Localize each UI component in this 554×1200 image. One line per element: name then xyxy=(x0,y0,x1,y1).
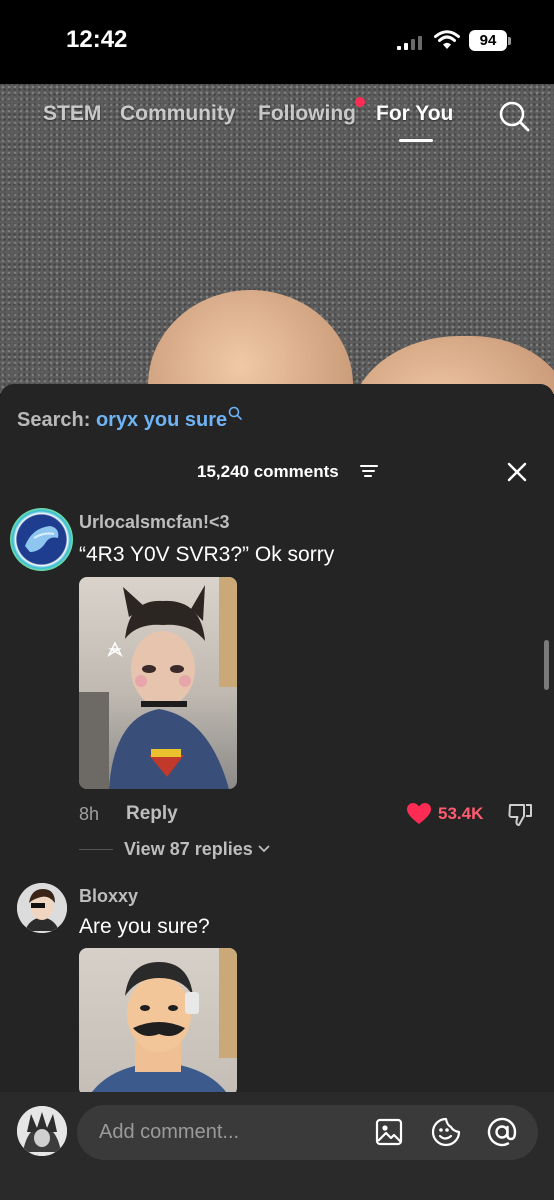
avatar xyxy=(17,1106,67,1156)
comment-image[interactable] xyxy=(79,948,237,1096)
top-nav: STEM Community Following For You xyxy=(0,96,554,146)
view-replies-button[interactable]: View 87 replies xyxy=(124,839,270,860)
comment-composer xyxy=(0,1092,554,1200)
avatar-image xyxy=(17,883,67,933)
tab-stem[interactable]: STEM xyxy=(43,102,101,126)
comment-image-content xyxy=(89,948,237,1096)
comment-username[interactable]: Bloxxy xyxy=(79,886,138,907)
avatar[interactable] xyxy=(17,883,67,933)
replies-divider xyxy=(79,849,113,850)
search-prefix: Search: xyxy=(17,409,91,431)
comment-image[interactable] xyxy=(79,577,237,789)
comments-count: 15,240 comments xyxy=(197,462,339,481)
battery-icon: 94 xyxy=(469,30,507,51)
wifi-icon xyxy=(434,30,460,49)
comment-username[interactable]: Urlocalsmcfan!<3 xyxy=(79,512,230,533)
battery-tip xyxy=(508,37,511,45)
status-bar: 12:42 94 xyxy=(0,0,554,84)
active-tab-indicator xyxy=(399,139,433,142)
clock: 12:42 xyxy=(66,26,128,53)
search-suggestion[interactable]: Search: oryx you sure xyxy=(17,406,242,432)
comment-input-container[interactable] xyxy=(77,1105,538,1160)
following-notification-dot xyxy=(355,97,365,107)
tab-community[interactable]: Community xyxy=(120,102,236,126)
sort-filter-icon[interactable] xyxy=(360,463,378,479)
search-query-icon xyxy=(228,406,242,420)
scrollbar[interactable] xyxy=(544,640,549,690)
comment-image-content xyxy=(79,577,237,789)
comment-input[interactable] xyxy=(99,1105,359,1160)
comment-timestamp: 8h xyxy=(79,804,100,824)
tab-following[interactable]: Following xyxy=(258,102,356,126)
image-icon[interactable] xyxy=(375,1118,403,1146)
emoji-icon[interactable] xyxy=(431,1117,461,1147)
view-replies-label: View 87 replies xyxy=(124,839,253,859)
signal-icon xyxy=(397,36,422,50)
avatar[interactable] xyxy=(10,508,73,571)
mention-icon[interactable] xyxy=(487,1117,517,1147)
search-icon[interactable] xyxy=(498,100,530,132)
avatar-image xyxy=(17,1106,67,1156)
video-subject xyxy=(148,290,353,394)
avatar-image xyxy=(25,526,59,552)
like-count: 53.4K xyxy=(438,804,484,823)
search-query-link[interactable]: oryx you sure xyxy=(96,409,227,431)
chevron-down-icon xyxy=(258,845,270,853)
dislike-icon[interactable] xyxy=(507,801,533,827)
tab-for-you[interactable]: For You xyxy=(376,102,453,126)
heart-icon[interactable] xyxy=(406,802,432,826)
comment-text: “4R3 Y0V SVR3?” Ok sorry xyxy=(79,543,335,566)
close-icon[interactable] xyxy=(506,461,528,483)
reply-button[interactable]: Reply xyxy=(126,803,178,825)
comments-sheet: Search: oryx you sure 15,240 comments Ur… xyxy=(0,384,554,1200)
comment-text: Are you sure? xyxy=(79,915,210,938)
